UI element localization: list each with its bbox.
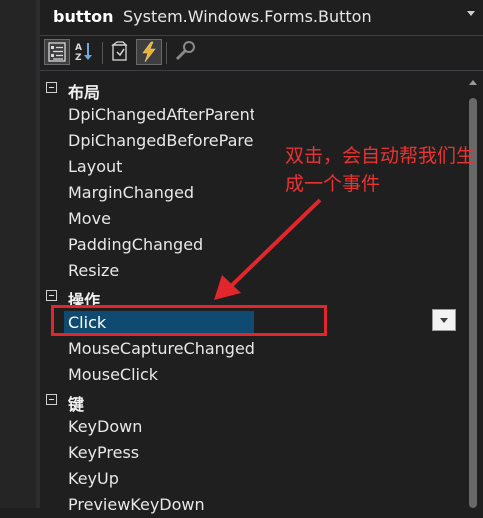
annotation-arrow-icon <box>214 198 322 300</box>
